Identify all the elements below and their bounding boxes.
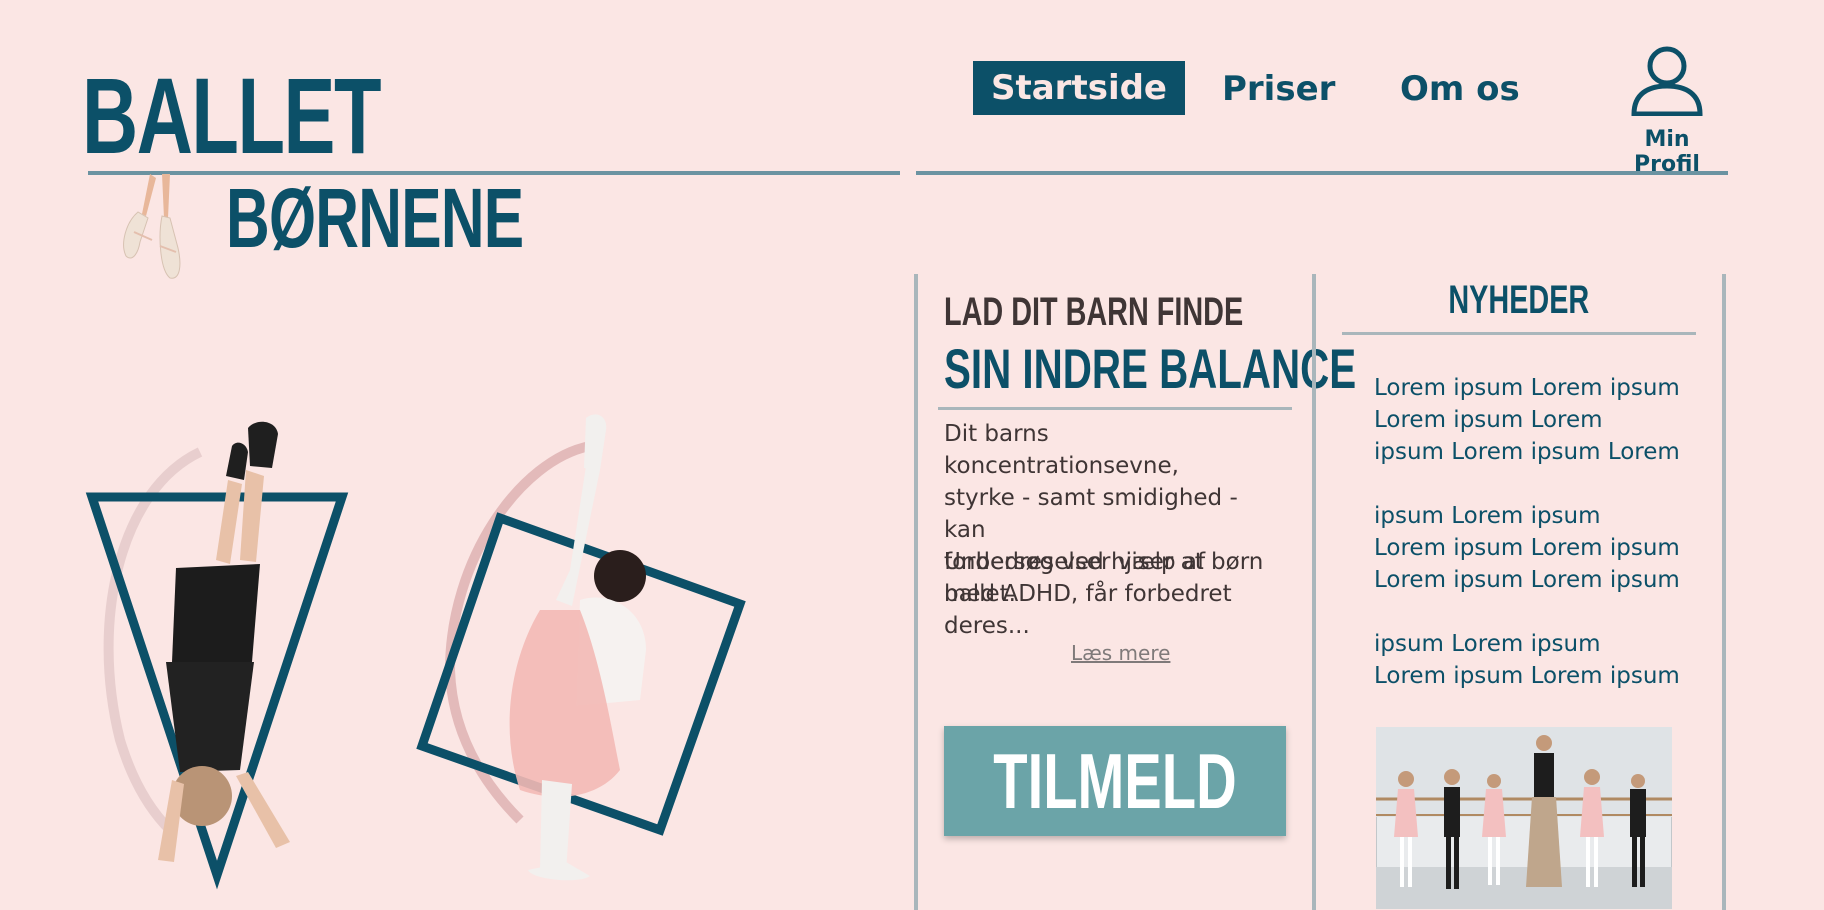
news-line: ipsum Lorem ipsum Lorem bbox=[1374, 439, 1680, 465]
logo-subtitle: BØRNENE bbox=[226, 171, 524, 265]
logo-title[interactable]: BALLET bbox=[82, 62, 381, 170]
ballet-shoes-icon bbox=[123, 174, 181, 279]
nav-startside[interactable]: Startside bbox=[973, 61, 1185, 115]
news-photo[interactable] bbox=[1376, 727, 1672, 909]
news-line: Lorem ipsum Lorem ipsum bbox=[1374, 663, 1680, 689]
column-divider-3 bbox=[1722, 274, 1726, 910]
news-title: NYHEDER bbox=[1342, 278, 1696, 323]
signup-label: TILMELD bbox=[993, 736, 1237, 825]
signup-button[interactable]: TILMELD bbox=[944, 726, 1286, 836]
nav-priser[interactable]: Priser bbox=[1222, 72, 1335, 106]
intro-line: Dit barns koncentrationsevne, bbox=[944, 421, 1179, 479]
news-item[interactable]: Lorem ipsum Lorem ipsum Lorem ipsum Lore… bbox=[1374, 372, 1694, 468]
adhd-line: deres... bbox=[944, 613, 1030, 639]
header-divider-right bbox=[916, 171, 1728, 175]
news-line: ipsum Lorem ipsum bbox=[1374, 503, 1601, 529]
adhd-line: med ADHD, får forbedret bbox=[944, 581, 1232, 607]
hero-illustration bbox=[85, 414, 746, 890]
adhd-line: Undersøgelser viser at børn bbox=[944, 549, 1264, 575]
news-line: Lorem ipsum Lorem ipsum bbox=[1374, 567, 1680, 593]
column-divider-1 bbox=[914, 274, 918, 910]
tagline-small: LAD DIT BARN FINDE bbox=[944, 290, 1244, 334]
column-divider-2 bbox=[1312, 274, 1316, 910]
news-item[interactable]: ipsum Lorem ipsum Lorem ipsum Lorem ipsu… bbox=[1374, 628, 1694, 692]
news-line: Lorem ipsum Lorem bbox=[1374, 407, 1603, 433]
profile-label: Min Profil bbox=[1634, 127, 1700, 177]
news-divider bbox=[1342, 332, 1696, 335]
news-line: ipsum Lorem ipsum bbox=[1374, 631, 1601, 657]
news-title-text: NYHEDER bbox=[1448, 278, 1590, 322]
news-line: Lorem ipsum Lorem ipsum bbox=[1374, 375, 1680, 401]
profile-button[interactable]: Min Profil bbox=[1614, 44, 1720, 177]
user-profile-icon bbox=[1631, 46, 1703, 117]
read-more-link[interactable]: Læs mere bbox=[1071, 641, 1170, 665]
adhd-paragraph: Undersøgelser viser at børn med ADHD, få… bbox=[944, 546, 1284, 642]
intro-line: styrke - samt smidighed - kan bbox=[944, 485, 1238, 543]
news-line: Lorem ipsum Lorem ipsum bbox=[1374, 535, 1680, 561]
news-item[interactable]: ipsum Lorem ipsum Lorem ipsum Lorem ipsu… bbox=[1374, 500, 1694, 596]
nav-om-os[interactable]: Om os bbox=[1400, 72, 1520, 106]
boy-figure bbox=[158, 421, 290, 862]
tagline-big: SIN INDRE BALANCE bbox=[944, 337, 1357, 400]
tagline-divider bbox=[938, 407, 1292, 410]
